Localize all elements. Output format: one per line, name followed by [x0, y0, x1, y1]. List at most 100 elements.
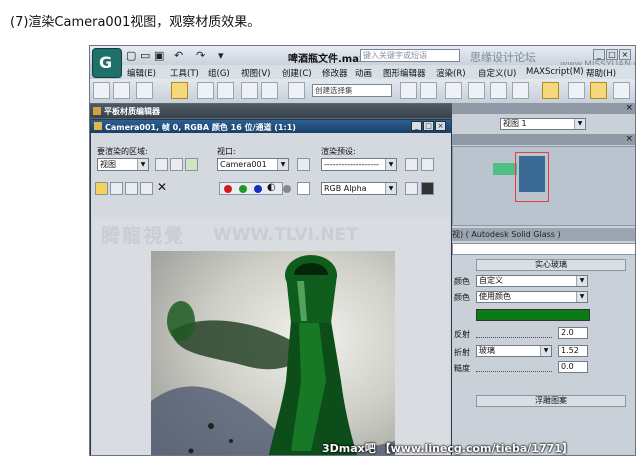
- glass-color-swatch[interactable]: [476, 309, 590, 321]
- snap-3d-icon[interactable]: [197, 82, 214, 99]
- forum-watermark: 思缘设计论坛: [470, 51, 536, 64]
- rf-close-button[interactable]: ×: [435, 121, 446, 131]
- clear-icon[interactable]: ✕: [157, 180, 167, 194]
- app-logo-icon[interactable]: G: [92, 48, 122, 78]
- rendered-frame-titlebar[interactable]: Camera001, 帧 0, RGBA 颜色 16 位/通道 (1:1) _ …: [91, 120, 451, 133]
- search-input[interactable]: 键入关键字或短语: [360, 49, 460, 62]
- menu-animation[interactable]: 动画: [355, 67, 372, 79]
- area-to-render-label: 要渲染的区域:: [97, 147, 148, 156]
- viewport-dropdown[interactable]: Camera001 ▼: [217, 158, 289, 171]
- menu-customize[interactable]: 自定义(U): [478, 67, 516, 79]
- new-icon[interactable]: ▢: [126, 49, 136, 62]
- mirror-icon[interactable]: [400, 82, 417, 99]
- color2-dropdown[interactable]: 使用颜色 ▼: [476, 291, 588, 303]
- link-tool-icon[interactable]: [113, 82, 130, 99]
- rollout-bump-pattern[interactable]: 浮雕图案: [476, 395, 626, 407]
- menu-group[interactable]: 组(G): [208, 67, 230, 79]
- lock-viewport-icon[interactable]: [297, 158, 310, 171]
- spinner-snap-icon[interactable]: [261, 82, 278, 99]
- minimize-button[interactable]: _: [593, 49, 605, 60]
- undo-tool-icon[interactable]: [93, 82, 110, 99]
- render-setup-icon[interactable]: [568, 82, 585, 99]
- view-selector-dropdown[interactable]: 视图 1 ▼: [500, 118, 586, 130]
- refract-label: 折射: [454, 348, 470, 357]
- menu-graph-editors[interactable]: 图形编辑器: [383, 67, 426, 79]
- rollout-solid-glass[interactable]: 实心玻璃: [476, 259, 626, 271]
- menu-views[interactable]: 视图(V): [241, 67, 270, 79]
- dropdown-icon[interactable]: ▾: [218, 49, 224, 62]
- layer-manager-icon[interactable]: [445, 82, 462, 99]
- print-image-icon[interactable]: [140, 182, 153, 195]
- material-editor-titlebar[interactable]: 平板材质编辑器: [90, 104, 452, 118]
- display-channel-dropdown[interactable]: RGB Alpha ▼: [321, 182, 397, 195]
- menu-modifiers[interactable]: 修改器: [322, 67, 348, 79]
- copy-image-icon[interactable]: [110, 182, 123, 195]
- percent-snap-icon[interactable]: [241, 82, 258, 99]
- menu-create[interactable]: 创建(C): [282, 67, 312, 79]
- green-channel-icon[interactable]: [239, 185, 247, 193]
- region-select-icon[interactable]: [185, 158, 198, 171]
- edit-region-icon[interactable]: [155, 158, 168, 171]
- chevron-down-icon: ▼: [137, 159, 148, 170]
- menu-maxscript[interactable]: MAXScript(M): [526, 67, 584, 77]
- material-name-field[interactable]: [452, 243, 635, 255]
- color2-label: 颜色: [454, 293, 470, 302]
- red-channel-icon[interactable]: [224, 185, 232, 193]
- toggle-ui-overlay-icon[interactable]: [405, 182, 418, 195]
- rendered-frame-window-icon[interactable]: [590, 82, 607, 99]
- auto-region-icon[interactable]: [170, 158, 183, 171]
- menu-help[interactable]: 帮助(H): [586, 67, 616, 79]
- blue-channel-icon[interactable]: [254, 185, 262, 193]
- material-editor-icon[interactable]: [542, 82, 559, 99]
- area-to-render-value: 视图: [100, 160, 116, 169]
- rf-maximize-button[interactable]: □: [423, 121, 434, 131]
- render-setup-small-icon[interactable]: [405, 158, 418, 171]
- swatch-white-icon[interactable]: [297, 182, 310, 195]
- schematic-view-icon[interactable]: [512, 82, 529, 99]
- watermark-text-cn: 腾龍視覺: [101, 225, 186, 247]
- refract-dropdown[interactable]: 玻璃 ▼: [476, 345, 552, 357]
- rf-minimize-button[interactable]: _: [411, 121, 422, 131]
- named-selection-dropdown[interactable]: 创建选择集: [312, 84, 392, 97]
- monochrome-icon[interactable]: [283, 185, 291, 193]
- toggle-ui-icon[interactable]: [421, 182, 434, 195]
- select-filter-icon[interactable]: [136, 82, 153, 99]
- menu-edit[interactable]: 编辑(E): [127, 67, 156, 79]
- chevron-down-icon: ▼: [540, 346, 551, 356]
- close-icon[interactable]: ×: [625, 103, 633, 113]
- color-dropdown[interactable]: 自定义 ▼: [476, 275, 588, 287]
- environment-effects-icon[interactable]: [421, 158, 434, 171]
- select-object-icon[interactable]: [171, 82, 188, 99]
- maximize-button[interactable]: □: [606, 49, 618, 60]
- edit-named-selection-icon[interactable]: [288, 82, 305, 99]
- save-image-icon[interactable]: [95, 182, 108, 195]
- render-production-icon[interactable]: [613, 82, 630, 99]
- save-icon[interactable]: ▣: [154, 49, 164, 62]
- alpha-channel-icon[interactable]: ◐: [267, 182, 276, 193]
- reflect-slider[interactable]: [476, 329, 552, 338]
- node-view[interactable]: [452, 146, 635, 226]
- close-button[interactable]: ×: [619, 49, 631, 60]
- reflect-label: 反射: [454, 330, 470, 339]
- material-node[interactable]: [493, 163, 517, 175]
- render-preset-dropdown[interactable]: ------------------- ▼: [321, 158, 397, 171]
- menu-tools[interactable]: 工具(T): [170, 67, 199, 79]
- roughness-slider[interactable]: [476, 363, 552, 372]
- menu-rendering[interactable]: 渲染(R): [436, 67, 466, 79]
- graphite-icon[interactable]: [468, 82, 485, 99]
- close-icon[interactable]: ×: [625, 134, 633, 144]
- 3dsmax-screenshot: ▢ ▭ ▣ ↶ ↷ ▾ 啤酒瓶文件.max 键入关键字或短语 思缘设计论坛 ww…: [89, 45, 636, 456]
- undo-icon[interactable]: ↶: [174, 49, 183, 62]
- open-icon[interactable]: ▭: [140, 49, 150, 62]
- align-icon[interactable]: [420, 82, 437, 99]
- viewport-label: 视口:: [217, 147, 236, 156]
- roughness-value-field[interactable]: 0.0: [558, 361, 588, 373]
- angle-snap-icon[interactable]: [217, 82, 234, 99]
- redo-icon[interactable]: ↷: [196, 49, 205, 62]
- refract-index-field[interactable]: 1.52: [558, 345, 588, 357]
- reflect-value-field[interactable]: 2.0: [558, 327, 588, 339]
- clone-frame-icon[interactable]: [125, 182, 138, 195]
- area-to-render-dropdown[interactable]: 视图 ▼: [97, 158, 149, 171]
- curve-editor-icon[interactable]: [490, 82, 507, 99]
- map-node[interactable]: [519, 156, 545, 192]
